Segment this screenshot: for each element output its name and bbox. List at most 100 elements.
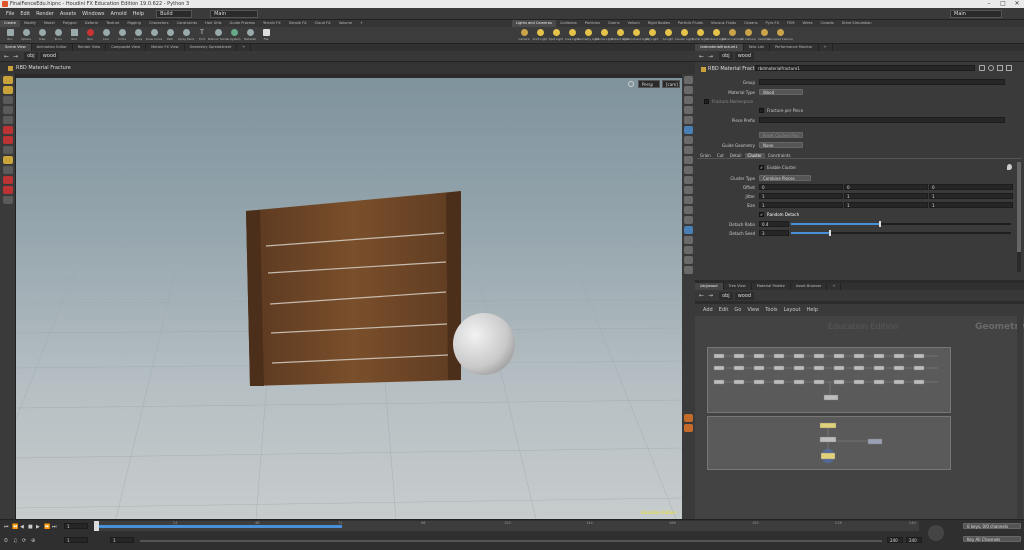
- tool-curve[interactable]: Curve: [130, 27, 146, 43]
- play-icon[interactable]: ▶: [36, 524, 44, 530]
- handle-tool-icon[interactable]: [3, 116, 13, 124]
- tool-path[interactable]: Path: [162, 27, 178, 43]
- step-icon[interactable]: ⊕: [31, 538, 40, 544]
- lighting-icon[interactable]: [684, 96, 693, 104]
- prev-key-icon[interactable]: ⏪: [12, 524, 20, 530]
- wireframe-icon[interactable]: [684, 116, 693, 124]
- offset-y-field[interactable]: 0: [844, 184, 928, 190]
- network-editor[interactable]: Education Edition Geometry: [695, 316, 1024, 519]
- split-icon[interactable]: [684, 236, 693, 244]
- keys-channels-status[interactable]: 0 keys, 0/0 channels: [963, 523, 1021, 529]
- tool-caustic-light[interactable]: Caustic Light: [675, 27, 693, 43]
- shelf-tab[interactable]: Lights and Cameras: [512, 20, 556, 27]
- subtab-cut[interactable]: Cut: [714, 153, 727, 159]
- scale-tool-icon[interactable]: [3, 106, 13, 114]
- minimize-icon[interactable]: –: [982, 0, 996, 8]
- persp-dropdown[interactable]: Persp: [638, 80, 660, 88]
- param-scrollbar[interactable]: [1017, 162, 1021, 272]
- help-icon[interactable]: [988, 65, 994, 71]
- detach-seed-field[interactable]: 3: [759, 230, 789, 236]
- tab-asset-browser[interactable]: Asset Browser: [791, 283, 828, 290]
- tab-render-view[interactable]: Render View: [73, 44, 107, 51]
- realtime-icon[interactable]: ⏱: [4, 538, 13, 544]
- shelf-tab[interactable]: Characters: [145, 20, 173, 27]
- shelf-tab[interactable]: Pyro FX: [762, 20, 784, 27]
- shelf-tab[interactable]: Create: [0, 20, 20, 27]
- shelf-tab[interactable]: Wires: [799, 20, 817, 27]
- shelf-tab[interactable]: Oceans: [740, 20, 761, 27]
- close-icon[interactable]: ✕: [1010, 0, 1024, 8]
- tool-stereo-camera[interactable]: Stereo Camera: [722, 27, 743, 43]
- size-x-field[interactable]: 1: [759, 202, 843, 208]
- subtab-cluster[interactable]: Cluster: [744, 152, 765, 159]
- grid-display-icon[interactable]: [684, 176, 693, 184]
- tool-gamepad-camera[interactable]: Gamepad Camera: [767, 27, 793, 43]
- detach-ratio-slider[interactable]: [791, 221, 1011, 227]
- last-frame-icon[interactable]: ⏭: [52, 524, 60, 530]
- shelf-tab[interactable]: Hair Utils: [201, 20, 225, 27]
- shelf-tab[interactable]: Grains: [604, 20, 624, 27]
- net-menu-tools[interactable]: Tools: [765, 307, 777, 313]
- layout-icon[interactable]: [684, 226, 693, 234]
- maximize-icon[interactable]: □: [996, 0, 1010, 8]
- random-detach-checkbox[interactable]: ✓: [759, 212, 764, 217]
- tool-sky-light[interactable]: Sky Light: [644, 27, 660, 43]
- add-param-tab-icon[interactable]: +: [819, 44, 833, 51]
- tool-lsystem[interactable]: L-System: [226, 27, 242, 43]
- tool-environment-light[interactable]: Environment Light: [623, 27, 649, 43]
- guide-icon[interactable]: [684, 186, 693, 194]
- size-z-field[interactable]: 1: [929, 202, 1013, 208]
- enable-cluster-checkbox[interactable]: ✓: [759, 165, 764, 170]
- shelf-tab[interactable]: FEM: [783, 20, 798, 27]
- shelf-tab[interactable]: Cloud FX: [311, 20, 335, 27]
- net-path-wood[interactable]: wood: [734, 291, 755, 300]
- add-shelf-tab-icon[interactable]: +: [356, 20, 367, 27]
- tool-tube[interactable]: Tube: [34, 27, 50, 43]
- tool-circle[interactable]: Circle: [114, 27, 130, 43]
- key-all-channels-button[interactable]: Key All Channels: [963, 536, 1021, 542]
- lock-icon[interactable]: [684, 76, 693, 84]
- network-box-top[interactable]: [707, 347, 951, 413]
- tab-animation-editor[interactable]: Animation Editor: [32, 44, 73, 51]
- play-reverse-icon[interactable]: ◀: [20, 524, 28, 530]
- param-back-icon[interactable]: ←: [699, 53, 704, 60]
- build-dropdown[interactable]: Build: [156, 9, 193, 18]
- menu-file[interactable]: File: [6, 11, 14, 17]
- tab-material-palette[interactable]: Material Palette: [752, 283, 791, 290]
- net-menu-add[interactable]: Add: [703, 307, 713, 313]
- start-frame-field[interactable]: 1: [64, 537, 88, 543]
- shelf-tab[interactable]: Particles: [581, 20, 604, 27]
- tool-torus[interactable]: Torus: [50, 27, 66, 43]
- move-tool-icon[interactable]: [3, 86, 13, 94]
- camera-tool-icon[interactable]: [3, 196, 13, 204]
- shelf-tab[interactable]: Polygon: [59, 20, 81, 27]
- flipbook-icon[interactable]: [684, 266, 693, 274]
- stop-record-icon[interactable]: [684, 424, 693, 432]
- back-arrow-icon[interactable]: ←: [4, 53, 9, 60]
- path-obj[interactable]: obj: [24, 52, 38, 60]
- tool-spot-light[interactable]: Spot Light: [548, 27, 564, 43]
- brush-tool-icon[interactable]: [3, 136, 13, 144]
- shading-icon[interactable]: [684, 106, 693, 114]
- camera-view-icon[interactable]: [684, 136, 693, 144]
- shelf-tab[interactable]: Texture: [102, 20, 123, 27]
- shelf-tab[interactable]: Modify: [20, 20, 40, 27]
- right-desktop-dropdown[interactable]: Main: [950, 9, 1002, 18]
- net-menu-view[interactable]: View: [747, 307, 759, 313]
- shelf-tab[interactable]: Rigid Bodies: [644, 20, 674, 27]
- param-path-obj[interactable]: obj: [719, 52, 733, 60]
- param-forward-icon[interactable]: →: [708, 53, 713, 60]
- tab-network[interactable]: /obj/wood: [695, 283, 724, 290]
- magnet-tool-icon[interactable]: [3, 166, 13, 174]
- primitive-icon[interactable]: [684, 196, 693, 204]
- snapshot-icon[interactable]: [684, 216, 693, 224]
- point-display-icon[interactable]: [684, 156, 693, 164]
- tab-take-list[interactable]: Take List: [744, 44, 770, 51]
- detach-seed-slider[interactable]: [791, 230, 1011, 236]
- pin-icon[interactable]: [1007, 164, 1012, 170]
- magnet-red-icon[interactable]: [3, 176, 13, 184]
- piece-prefix-field[interactable]: [759, 117, 1005, 123]
- jitter-z-field[interactable]: 1: [929, 193, 1013, 199]
- path-wood[interactable]: wood: [39, 52, 60, 60]
- shelf-tab[interactable]: Vellum: [624, 20, 644, 27]
